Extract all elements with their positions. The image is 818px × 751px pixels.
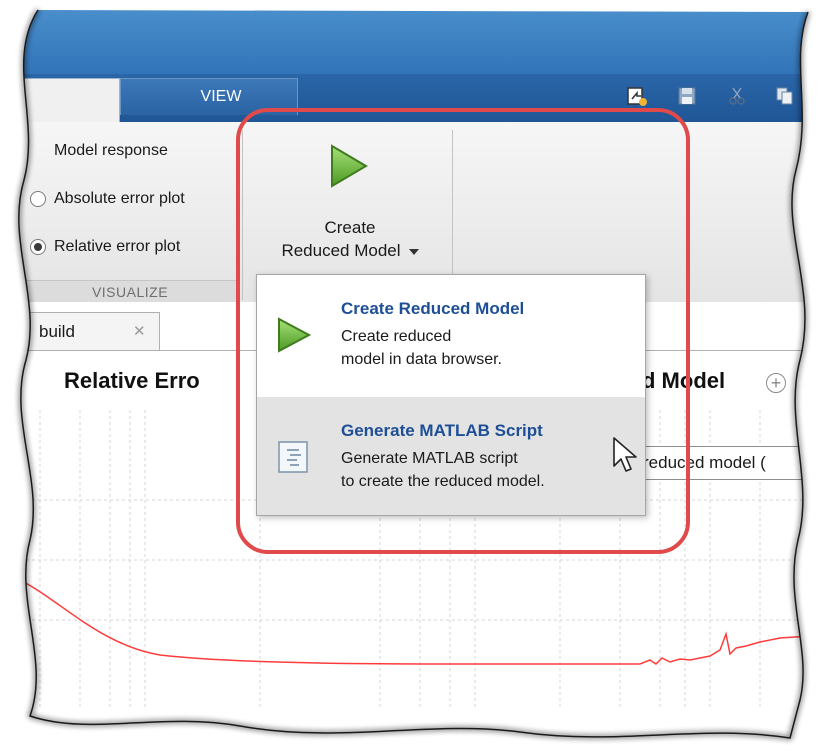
tab-view-label: VIEW bbox=[200, 88, 242, 105]
radio-absolute-error[interactable] bbox=[30, 191, 46, 207]
close-tab-icon[interactable]: ✕ bbox=[133, 313, 146, 351]
cut-icon[interactable] bbox=[724, 82, 750, 110]
radio-relative-error[interactable] bbox=[30, 239, 46, 255]
title-bar bbox=[20, 8, 810, 74]
add-plot-icon[interactable]: + bbox=[766, 373, 786, 393]
relative-error-line bbox=[20, 579, 810, 665]
document-tab-label: build bbox=[39, 322, 75, 341]
absolute-error-option[interactable]: Absolute error plot bbox=[30, 190, 185, 208]
absolute-error-label: Absolute error plot bbox=[54, 190, 185, 207]
visualize-group-label: VISUALIZE bbox=[20, 280, 240, 303]
document-tab[interactable]: build ✕ bbox=[20, 312, 160, 350]
relative-error-option[interactable]: Relative error plot bbox=[30, 238, 180, 256]
callout-highlight-box bbox=[236, 108, 690, 554]
model-response-option[interactable]: Model response bbox=[30, 142, 168, 160]
tab-active[interactable] bbox=[20, 78, 120, 125]
copy-icon[interactable] bbox=[772, 82, 798, 110]
save-icon[interactable] bbox=[674, 82, 700, 110]
model-response-label: Model response bbox=[54, 142, 168, 159]
plot-title: Relative Erro bbox=[64, 368, 200, 393]
open-icon[interactable] bbox=[624, 82, 650, 110]
relative-error-label: Relative error plot bbox=[54, 238, 181, 255]
app-window: VIEW Model response Absolute error plot … bbox=[0, 0, 818, 751]
